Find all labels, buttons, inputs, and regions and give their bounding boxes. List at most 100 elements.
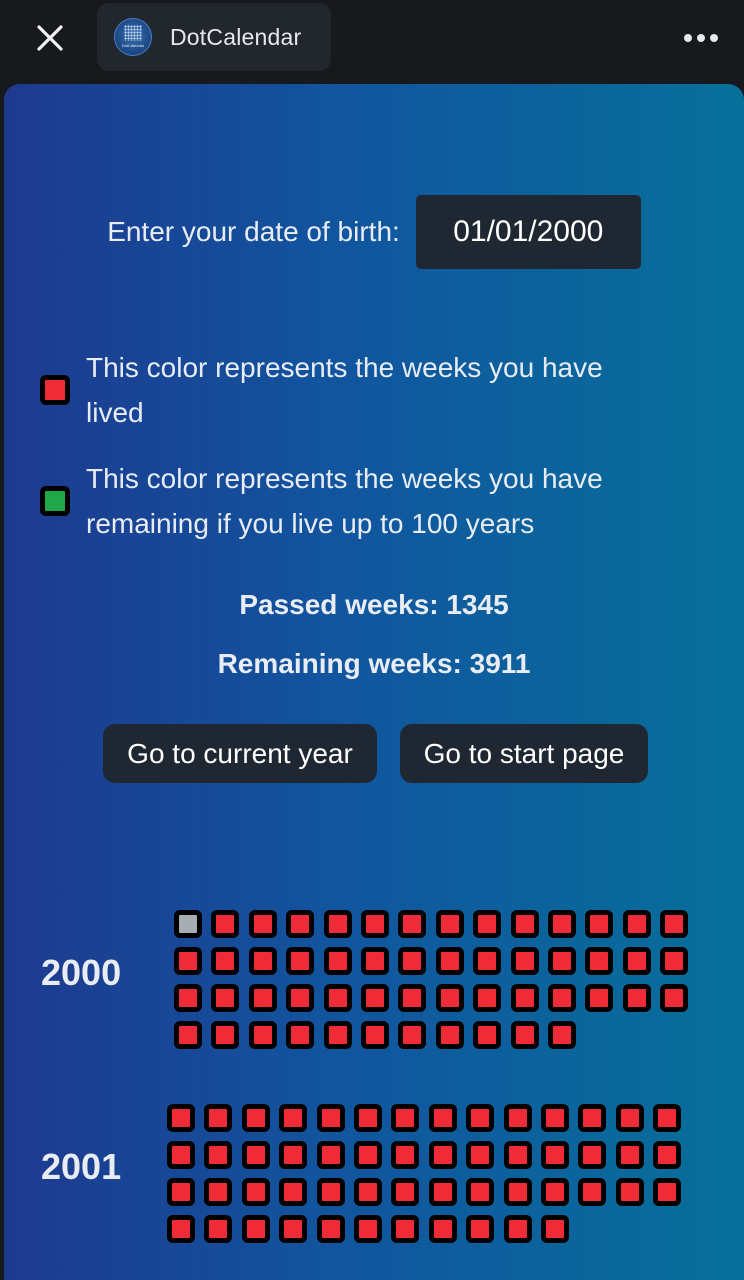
go-to-start-page-button[interactable]: Go to start page <box>400 724 648 783</box>
week-dot[interactable] <box>279 1104 308 1132</box>
week-dot[interactable] <box>241 1104 270 1132</box>
week-dot[interactable] <box>248 984 277 1012</box>
week-dot[interactable] <box>622 947 651 975</box>
week-dot[interactable] <box>540 1178 569 1206</box>
week-dot[interactable] <box>503 1178 532 1206</box>
week-dot[interactable] <box>323 947 352 975</box>
week-dot[interactable] <box>466 1215 495 1243</box>
more-options-button[interactable] <box>676 20 726 56</box>
week-dot[interactable] <box>241 1215 270 1243</box>
week-dot[interactable] <box>540 1141 569 1169</box>
week-dot[interactable] <box>615 1178 644 1206</box>
week-dot-current[interactable] <box>174 910 202 938</box>
week-dot[interactable] <box>510 910 539 938</box>
week-dot[interactable] <box>353 1215 382 1243</box>
week-dot[interactable] <box>211 1021 240 1049</box>
week-dot[interactable] <box>323 910 352 938</box>
week-dot[interactable] <box>323 1021 352 1049</box>
app-header-pill[interactable]: DotCalendar DotCalendar <box>97 3 331 71</box>
week-dot[interactable] <box>435 984 464 1012</box>
week-dot[interactable] <box>660 947 689 975</box>
week-dot[interactable] <box>248 1021 277 1049</box>
week-dot[interactable] <box>391 1141 420 1169</box>
week-dot[interactable] <box>391 1215 420 1243</box>
week-dot[interactable] <box>360 1021 389 1049</box>
week-dot[interactable] <box>466 1104 495 1132</box>
week-dot[interactable] <box>211 984 240 1012</box>
week-dot[interactable] <box>585 910 614 938</box>
week-dot[interactable] <box>578 1104 607 1132</box>
week-dot[interactable] <box>204 1178 233 1206</box>
week-dot[interactable] <box>428 1178 457 1206</box>
week-dot[interactable] <box>316 1141 345 1169</box>
week-dot[interactable] <box>353 1178 382 1206</box>
week-dot[interactable] <box>503 1104 532 1132</box>
week-dot[interactable] <box>653 1178 682 1206</box>
week-dot[interactable] <box>360 984 389 1012</box>
week-dot[interactable] <box>660 984 689 1012</box>
week-dot[interactable] <box>615 1104 644 1132</box>
week-dot[interactable] <box>435 947 464 975</box>
week-dot[interactable] <box>428 1141 457 1169</box>
week-dot[interactable] <box>323 984 352 1012</box>
week-dot[interactable] <box>622 984 651 1012</box>
week-dot[interactable] <box>248 910 277 938</box>
week-dot[interactable] <box>353 1104 382 1132</box>
week-dot[interactable] <box>398 1021 427 1049</box>
week-dot[interactable] <box>653 1141 682 1169</box>
week-dot[interactable] <box>248 947 277 975</box>
week-dot[interactable] <box>391 1104 420 1132</box>
week-dot[interactable] <box>547 910 576 938</box>
close-button[interactable] <box>28 18 72 58</box>
week-dot[interactable] <box>316 1104 345 1132</box>
week-dot[interactable] <box>279 1178 308 1206</box>
week-dot[interactable] <box>316 1178 345 1206</box>
week-dot[interactable] <box>211 910 240 938</box>
week-dot[interactable] <box>540 1215 569 1243</box>
week-dot[interactable] <box>353 1141 382 1169</box>
week-dot[interactable] <box>578 1141 607 1169</box>
week-dot[interactable] <box>466 1141 495 1169</box>
week-dot[interactable] <box>622 910 651 938</box>
week-dot[interactable] <box>428 1104 457 1132</box>
week-dot[interactable] <box>466 1178 495 1206</box>
week-dot[interactable] <box>167 1141 195 1169</box>
go-to-current-year-button[interactable]: Go to current year <box>103 724 377 783</box>
week-dot[interactable] <box>428 1215 457 1243</box>
week-dot[interactable] <box>398 984 427 1012</box>
week-dot[interactable] <box>615 1141 644 1169</box>
week-dot[interactable] <box>167 1215 195 1243</box>
week-dot[interactable] <box>510 1021 539 1049</box>
week-dot[interactable] <box>435 910 464 938</box>
week-dot[interactable] <box>473 1021 502 1049</box>
week-dot[interactable] <box>547 984 576 1012</box>
week-dot[interactable] <box>660 910 689 938</box>
week-dot[interactable] <box>503 1215 532 1243</box>
week-dot[interactable] <box>167 1178 195 1206</box>
week-dot[interactable] <box>547 1021 576 1049</box>
week-dot[interactable] <box>286 910 315 938</box>
week-dot[interactable] <box>279 1215 308 1243</box>
week-dot[interactable] <box>578 1178 607 1206</box>
week-dot[interactable] <box>398 910 427 938</box>
week-dot[interactable] <box>204 1215 233 1243</box>
week-dot[interactable] <box>360 910 389 938</box>
week-dot[interactable] <box>585 984 614 1012</box>
week-dot[interactable] <box>391 1178 420 1206</box>
week-dot[interactable] <box>547 947 576 975</box>
week-dot[interactable] <box>174 947 202 975</box>
week-dot[interactable] <box>360 947 389 975</box>
week-dot[interactable] <box>510 947 539 975</box>
week-dot[interactable] <box>286 947 315 975</box>
week-dot[interactable] <box>174 984 202 1012</box>
week-dot[interactable] <box>241 1178 270 1206</box>
week-dot[interactable] <box>279 1141 308 1169</box>
week-dot[interactable] <box>653 1104 682 1132</box>
week-dot[interactable] <box>510 984 539 1012</box>
week-dot[interactable] <box>204 1141 233 1169</box>
week-dot[interactable] <box>503 1141 532 1169</box>
week-dot[interactable] <box>540 1104 569 1132</box>
week-dot[interactable] <box>316 1215 345 1243</box>
week-dot[interactable] <box>473 947 502 975</box>
week-dot[interactable] <box>204 1104 233 1132</box>
